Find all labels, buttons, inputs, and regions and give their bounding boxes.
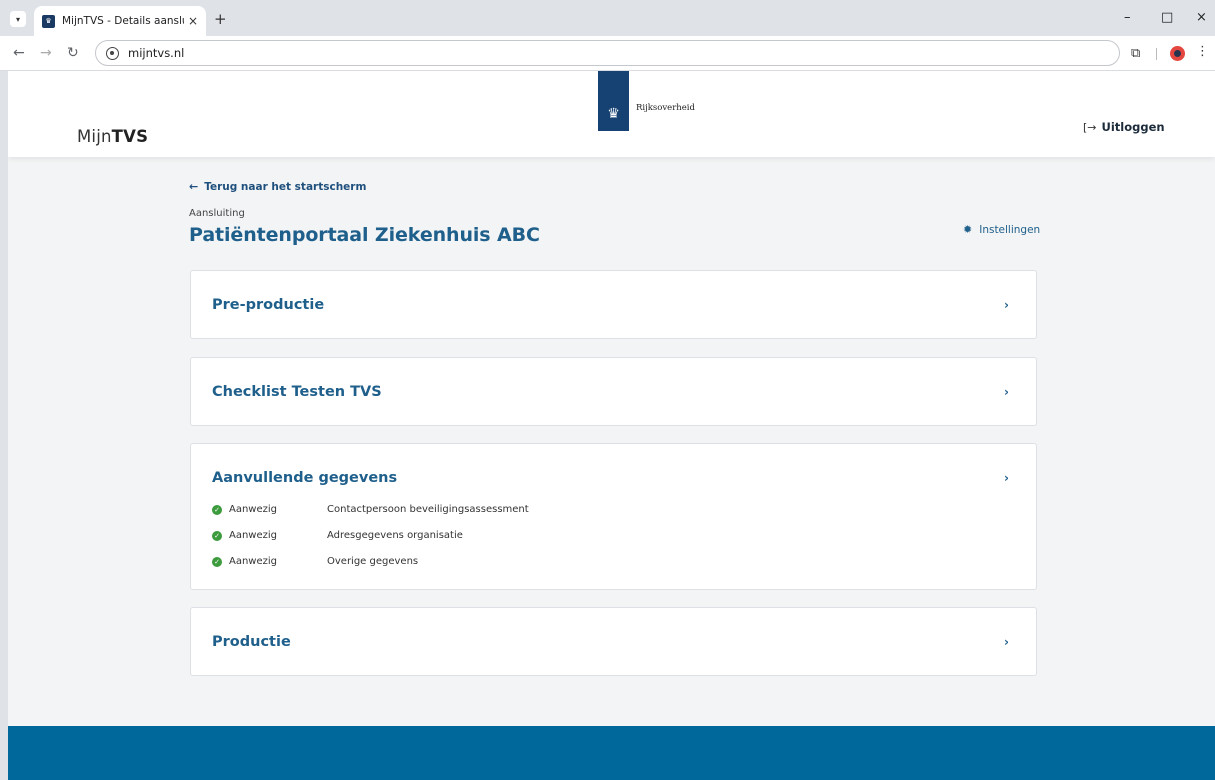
check-circle-icon: ✓ — [212, 556, 222, 567]
chevron-right-icon[interactable]: › — [1004, 385, 1009, 399]
url-text[interactable]: mijntvs.nl — [128, 46, 184, 60]
close-window-button[interactable]: × — [1196, 10, 1207, 25]
page-title: Patiëntenportaal Ziekenhuis ABC — [189, 224, 540, 246]
detail-label: Adresgegevens organisatie — [327, 530, 463, 541]
chevron-right-icon[interactable]: › — [1004, 471, 1009, 485]
logout-label: Uitloggen — [1101, 120, 1165, 134]
tab-search-chevron-icon[interactable]: ▾ — [10, 11, 26, 27]
minimize-button[interactable]: – — [1124, 10, 1131, 25]
detail-label: Contactpersoon beveiligingsassessment — [327, 504, 529, 515]
card-checklist-testen[interactable]: Checklist Testen TVS › — [190, 357, 1037, 426]
card-title: Aanvullende gegevens — [212, 470, 398, 486]
card-pre-productie[interactable]: Pre-productie › — [190, 270, 1037, 339]
back-arrow-icon[interactable]: ← — [13, 45, 25, 61]
forward-arrow-icon[interactable]: → — [40, 45, 52, 61]
favicon-icon: ♛ — [42, 14, 55, 28]
status-text: Aanwezig — [229, 556, 278, 567]
logo-text: Rijksoverheid — [636, 103, 695, 113]
tab-title: MijnTVS - Details aansluiting — [62, 15, 184, 27]
site-header: MijnTVS ♛ Rijksoverheid [→ Uitloggen — [8, 71, 1215, 157]
gear-icon: ✹ — [963, 223, 973, 236]
profile-avatar-icon[interactable] — [1170, 46, 1185, 61]
page-eyebrow: Aansluiting — [189, 208, 245, 219]
reload-icon[interactable]: ↻ — [67, 45, 79, 61]
status-text: Aanwezig — [229, 504, 278, 515]
card-title: Pre-productie — [212, 297, 325, 313]
card-productie[interactable]: Productie › — [190, 607, 1037, 676]
logout-icon: [→ — [1083, 120, 1097, 134]
settings-label: Instellingen — [979, 223, 1041, 236]
card-title: Checklist Testen TVS — [212, 384, 382, 400]
extensions-puzzle-icon[interactable]: ⧉ — [1131, 46, 1140, 61]
toolbar-divider — [1156, 48, 1157, 60]
site-info-icon[interactable] — [106, 46, 119, 60]
detail-row: ✓ Aanwezig Overige gegevens — [212, 556, 418, 567]
rijksoverheid-logo: ♛ — [598, 71, 629, 131]
brand-prefix: Mijn — [77, 127, 112, 146]
chevron-right-icon[interactable]: › — [1004, 635, 1009, 649]
browser-tab[interactable]: ♛ MijnTVS - Details aansluiting × — [34, 6, 206, 36]
detail-label: Overige gegevens — [327, 556, 419, 567]
maximize-button[interactable]: □ — [1161, 10, 1173, 25]
brand-suffix: TVS — [111, 127, 149, 146]
browser-toolbar: ← → ↻ mijntvs.nl ⧉ ⋮ — [0, 36, 1215, 71]
site-footer — [8, 726, 1215, 780]
arrow-left-icon: ← — [189, 180, 199, 193]
address-bar[interactable]: mijntvs.nl — [95, 40, 1120, 66]
chevron-right-icon[interactable]: › — [1004, 298, 1009, 312]
settings-link[interactable]: ✹ Instellingen — [963, 223, 1040, 236]
tab-close-icon[interactable]: × — [188, 14, 198, 28]
brand-logo[interactable]: MijnTVS — [77, 127, 148, 146]
card-aanvullende-gegevens[interactable]: Aanvullende gegevens › ✓ Aanwezig Contac… — [190, 443, 1037, 590]
browser-tab-bar: ▾ ♛ MijnTVS - Details aansluiting × + – … — [0, 0, 1215, 36]
check-circle-icon: ✓ — [212, 504, 222, 515]
status-text: Aanwezig — [229, 530, 278, 541]
back-to-start-link[interactable]: ← Terug naar het startscherm — [189, 180, 366, 193]
crest-icon: ♛ — [607, 106, 620, 122]
browser-menu-icon[interactable]: ⋮ — [1196, 44, 1209, 59]
back-link-label: Terug naar het startscherm — [204, 180, 367, 193]
logout-button[interactable]: [→ Uitloggen — [1083, 120, 1165, 134]
page-viewport: MijnTVS ♛ Rijksoverheid [→ Uitloggen ← T… — [8, 71, 1215, 780]
detail-row: ✓ Aanwezig Contactpersoon beveiligingsas… — [212, 504, 529, 515]
new-tab-button[interactable]: + — [214, 10, 227, 28]
card-title: Productie — [212, 634, 291, 650]
detail-row: ✓ Aanwezig Adresgegevens organisatie — [212, 530, 463, 541]
check-circle-icon: ✓ — [212, 530, 222, 541]
